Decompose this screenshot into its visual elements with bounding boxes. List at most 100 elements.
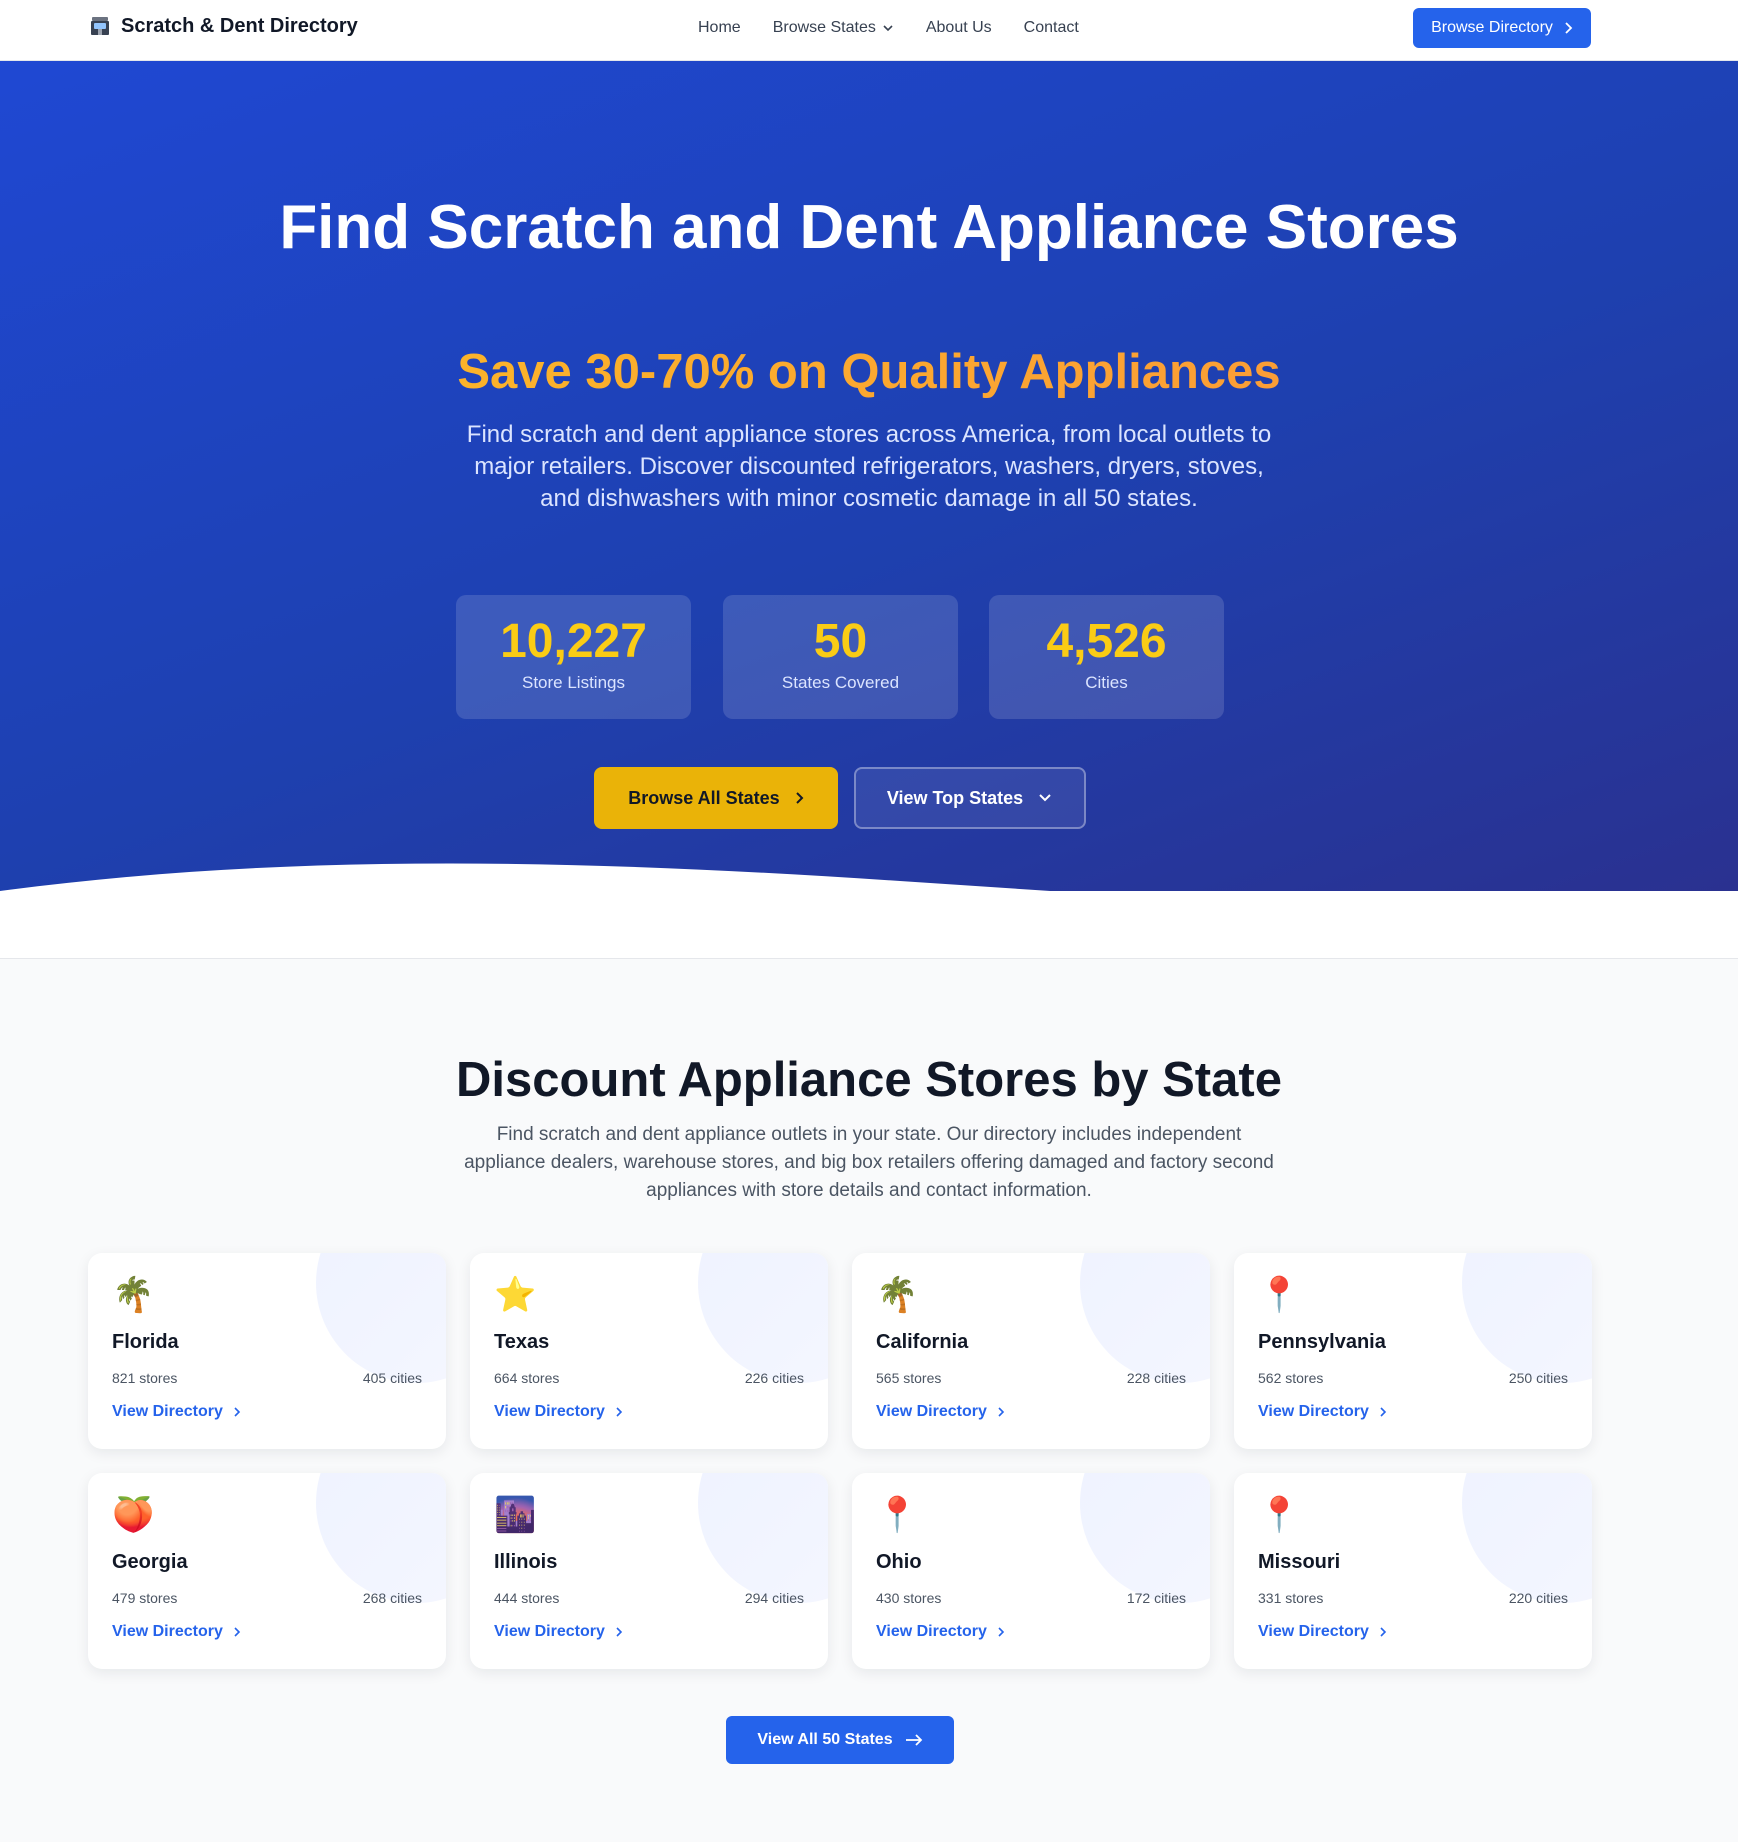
view-directory-label: View Directory (876, 1403, 987, 1420)
view-directory-link[interactable]: View Directory (1258, 1403, 1387, 1421)
state-card-california[interactable]: 🌴 California 565 stores 228 cities View Dire… (852, 1253, 1210, 1449)
city-count: 268 cities (362, 1590, 422, 1606)
state-card-missouri[interactable]: 📍 Missouri 331 stores 220 cities View Direct… (1234, 1473, 1592, 1669)
nav-link-about[interactable]: About Us (926, 19, 992, 37)
map-pin-icon: 📍 (1258, 1275, 1301, 1315)
state-name: Florida (112, 1331, 179, 1353)
brand-logo-link[interactable]: Scratch & Dent Directory (88, 14, 358, 38)
stat-value: 10,227 (500, 615, 647, 668)
view-directory-label: View Directory (494, 1623, 605, 1640)
city-count: 220 cities (1508, 1590, 1568, 1606)
store-count: 479 stores (112, 1590, 178, 1606)
stat-label: States Covered (781, 673, 900, 692)
card-decoration (1080, 1473, 1210, 1603)
chevron-right-icon (998, 1627, 1005, 1637)
card-decoration (316, 1253, 446, 1383)
state-name: Ohio (876, 1551, 922, 1573)
view-directory-label: View Directory (112, 1403, 223, 1420)
card-decoration (698, 1473, 828, 1603)
store-count: 430 stores (876, 1590, 942, 1606)
view-directory-link[interactable]: View Directory (1258, 1623, 1387, 1641)
peach-icon: 🍑 (112, 1495, 155, 1535)
nav-link-browse-states-label: Browse States (772, 19, 876, 36)
city-icon: 🌆 (494, 1495, 537, 1535)
state-card-illinois[interactable]: 🌆 Illinois 444 stores 294 cities View Direct… (470, 1473, 828, 1669)
view-directory-link[interactable]: View Directory (112, 1403, 241, 1421)
chevron-right-icon (616, 1627, 623, 1637)
chevron-right-icon (234, 1627, 241, 1637)
stat-card-cities: 4,526 Cities (989, 595, 1224, 719)
brand-name: Scratch & Dent Directory (121, 14, 358, 37)
store-count: 562 stores (1258, 1370, 1324, 1386)
hero-wave-divider (0, 863, 1051, 891)
chevron-right-icon (616, 1407, 623, 1417)
city-count: 294 cities (744, 1590, 804, 1606)
stat-label: Store Listings (522, 673, 625, 692)
state-card-florida[interactable]: 🌴 Florida 821 stores 405 cities View Directo… (88, 1253, 446, 1449)
state-name: Pennsylvania (1258, 1331, 1386, 1353)
store-count: 821 stores (112, 1370, 178, 1386)
nav-link-home[interactable]: Home (698, 19, 741, 37)
browse-directory-label: Browse Directory (1431, 19, 1553, 36)
chevron-right-icon (998, 1407, 1005, 1417)
stat-card-states-covered: 50 States Covered (723, 595, 958, 719)
chevron-right-icon (234, 1407, 241, 1417)
stat-value: 50 (813, 615, 868, 668)
chevron-right-icon (1565, 22, 1573, 34)
state-name: Missouri (1258, 1551, 1341, 1573)
city-count: 228 cities (1126, 1370, 1186, 1386)
chevron-right-icon (1380, 1627, 1387, 1637)
view-directory-label: View Directory (1258, 1623, 1369, 1640)
state-card-pennsylvania[interactable]: 📍 Pennsylvania 562 stores 250 cities View Di… (1234, 1253, 1592, 1449)
palm-tree-icon: 🌴 (876, 1275, 919, 1315)
city-count: 172 cities (1126, 1590, 1186, 1606)
view-all-states-label: View All 50 States (757, 1731, 893, 1748)
states-section: Discount Appliance Stores by State Find … (0, 958, 1738, 1842)
nav-links: Home Browse States About Us Contact (698, 19, 1079, 37)
browse-directory-button[interactable]: Browse Directory (1413, 8, 1591, 48)
card-decoration (1080, 1253, 1210, 1383)
view-directory-label: View Directory (494, 1403, 605, 1420)
top-navbar: Scratch & Dent Directory Home Browse Sta… (0, 0, 1738, 61)
view-directory-link[interactable]: View Directory (494, 1403, 623, 1421)
palm-tree-icon: 🌴 (112, 1275, 155, 1315)
hero-description: Find scratch and dent appliance stores a… (466, 421, 1272, 512)
card-decoration (1462, 1253, 1592, 1383)
store-count: 664 stores (494, 1370, 560, 1386)
store-icon (91, 17, 109, 35)
state-card-georgia[interactable]: 🍑 Georgia 479 stores 268 cities View Directo… (88, 1473, 446, 1669)
city-count: 405 cities (362, 1370, 422, 1386)
state-name: Illinois (494, 1551, 558, 1573)
nav-link-browse-states[interactable]: Browse States (773, 19, 894, 37)
nav-link-contact[interactable]: Contact (1024, 19, 1079, 37)
view-directory-link[interactable]: View Directory (876, 1623, 1005, 1641)
card-decoration (316, 1473, 446, 1603)
view-directory-label: View Directory (1258, 1403, 1369, 1420)
city-count: 250 cities (1508, 1370, 1568, 1386)
hero-subtitle: Save 30-70% on Quality Appliances (0, 344, 1738, 400)
state-name: Texas (494, 1331, 550, 1353)
hero-section: Find Scratch and Dent Appliance Stores S… (0, 61, 1738, 891)
state-card-ohio[interactable]: 📍 Ohio 430 stores 172 cities View Directory (852, 1473, 1210, 1669)
view-directory-link[interactable]: View Directory (494, 1623, 623, 1641)
states-section-title: Discount Appliance Stores by State (456, 1053, 1282, 1107)
store-count: 565 stores (876, 1370, 942, 1386)
card-decoration (698, 1253, 828, 1383)
stat-label: Cities (1085, 673, 1128, 692)
states-section-description: Find scratch and dent appliance outlets … (464, 1124, 1274, 1201)
view-directory-link[interactable]: View Directory (876, 1403, 1005, 1421)
state-name: Georgia (112, 1551, 188, 1573)
view-directory-label: View Directory (112, 1623, 223, 1640)
city-count: 226 cities (744, 1370, 804, 1386)
view-all-states-button[interactable]: View All 50 States (726, 1716, 954, 1764)
state-card-texas[interactable]: ⭐ Texas 664 stores 226 cities View Directory (470, 1253, 828, 1449)
stat-card-store-listings: 10,227 Store Listings (456, 595, 691, 719)
chevron-down-icon (883, 25, 893, 32)
chevron-right-icon (1380, 1407, 1387, 1417)
card-decoration (1462, 1473, 1592, 1603)
arrow-right-icon (905, 1734, 922, 1746)
view-directory-link[interactable]: View Directory (112, 1623, 241, 1641)
map-pin-icon: 📍 (1258, 1495, 1301, 1535)
stat-value: 4,526 (1046, 615, 1167, 668)
hero-title: Find Scratch and Dent Appliance Stores (279, 193, 1459, 262)
